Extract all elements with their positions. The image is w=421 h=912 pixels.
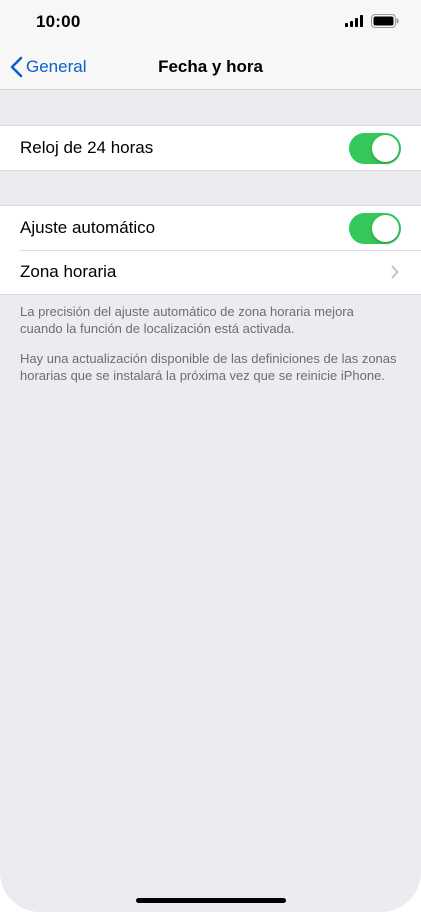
auto-time-group: Ajuste automático Zona horaria: [0, 205, 421, 295]
status-bar: 10:00: [0, 0, 421, 44]
auto-set-row: Ajuste automático: [0, 206, 421, 250]
status-time: 10:00: [36, 12, 81, 31]
back-button-label: General: [26, 56, 87, 76]
toggle-knob: [372, 134, 399, 162]
time-zone-label: Zona horaria: [20, 262, 117, 281]
settings-screen: 10:00 General Fecha y hora Reloj de 24 h…: [0, 0, 421, 912]
battery-full-icon: [371, 14, 399, 28]
clock-24h-row: Reloj de 24 horas: [0, 126, 421, 170]
chevron-left-icon: [10, 56, 23, 77]
update-footnote: Hay una actualización disponible de las …: [20, 351, 397, 383]
location-footnote: La precisión del ajuste automático de zo…: [20, 304, 354, 336]
home-indicator[interactable]: [136, 898, 286, 903]
signal-bars-icon: [345, 15, 363, 27]
clock-format-group: Reloj de 24 horas: [0, 125, 421, 171]
toggle-knob: [372, 214, 399, 242]
navigation-bar: General Fecha y hora: [0, 44, 421, 90]
back-button[interactable]: General: [10, 44, 86, 89]
time-zone-row[interactable]: Zona horaria: [0, 250, 421, 294]
auto-set-label: Ajuste automático: [20, 218, 156, 237]
auto-set-toggle[interactable]: [349, 212, 401, 244]
chevron-right-icon: [391, 265, 399, 279]
clock-24h-toggle[interactable]: [349, 132, 401, 164]
clock-24h-label: Reloj de 24 horas: [20, 138, 154, 157]
